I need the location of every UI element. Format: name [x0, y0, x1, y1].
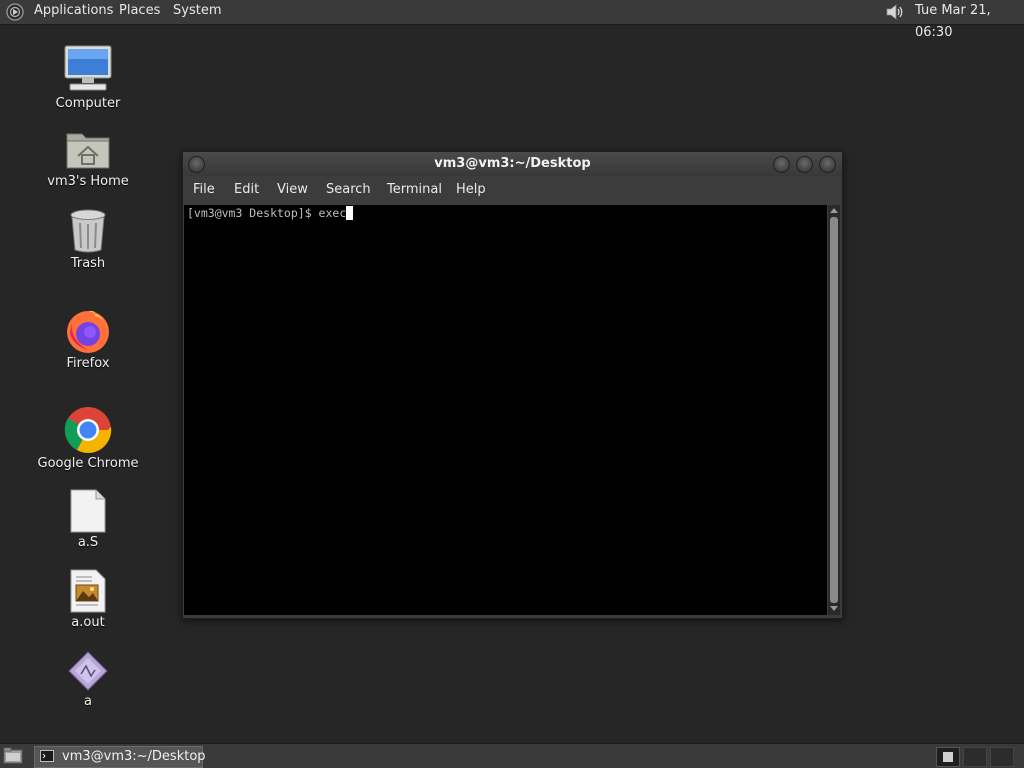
workspace-3[interactable] [990, 747, 1014, 767]
desktop-icon-label: a.out [71, 615, 105, 630]
taskbar-button-label: vm3@vm3:~/Desktop [62, 749, 206, 764]
computer-icon [64, 45, 112, 91]
terminal-window: vm3@vm3:~/Desktop File Edit View Search … [182, 151, 843, 619]
desktop-icon-label: a [84, 694, 92, 709]
scroll-up-arrow-icon[interactable] [830, 208, 838, 213]
prompt-text: [vm3@vm3 Desktop]$ exec [187, 206, 347, 220]
vertical-scrollbar[interactable] [828, 205, 840, 615]
desktop-icon-label: Computer [55, 96, 121, 111]
show-desktop-icon[interactable] [3, 747, 23, 765]
desktop-icon-label: vm3's Home [47, 174, 129, 189]
terminal-menubar: File Edit View Search Terminal Help [183, 176, 842, 204]
minimize-button[interactable] [773, 156, 790, 173]
scrollbar-thumb[interactable] [830, 217, 838, 603]
menu-edit[interactable]: Edit [234, 176, 259, 204]
executable-file-icon [70, 569, 106, 613]
desktop-icon-a-out[interactable]: a.out [28, 569, 148, 630]
desktop-icon-a[interactable]: a [28, 650, 148, 709]
system-menu[interactable]: System [173, 0, 221, 24]
desktop-icon-firefox[interactable]: Firefox [28, 306, 148, 371]
desktop-icon-label: Google Chrome [37, 456, 139, 471]
desktop-screen: Applications Places System Tue Mar 21, 0… [0, 0, 1024, 768]
desktop-icon-a-s[interactable]: a.S [28, 489, 148, 550]
workspace-2[interactable] [963, 747, 987, 767]
applications-menu[interactable]: Applications [34, 0, 113, 24]
prompt-line: [vm3@vm3 Desktop]$ exec [187, 206, 354, 220]
home-folder-icon [66, 133, 110, 169]
desktop-icon-label: a.S [77, 535, 99, 550]
desktop-icon-trash[interactable]: Trash [28, 208, 148, 271]
desktop-icon-chrome[interactable]: Google Chrome [28, 406, 148, 471]
menu-terminal[interactable]: Terminal [387, 176, 442, 204]
applications-logo-icon[interactable] [6, 3, 24, 21]
trash-icon [70, 209, 106, 253]
menu-file[interactable]: File [193, 176, 215, 204]
window-title-bar[interactable]: vm3@vm3:~/Desktop [183, 152, 842, 176]
desktop-icon-computer[interactable]: Computer [28, 44, 148, 111]
text-file-icon [70, 489, 106, 533]
desktop-icon-label: Firefox [66, 356, 110, 371]
taskbar-button-terminal[interactable]: vm3@vm3:~/Desktop [34, 746, 206, 768]
desktop-icon-home[interactable]: vm3's Home [28, 128, 148, 189]
maximize-button[interactable] [796, 156, 813, 173]
menu-view[interactable]: View [277, 176, 308, 204]
menu-help[interactable]: Help [456, 176, 486, 204]
places-menu[interactable]: Places [119, 0, 160, 24]
workspace-1[interactable] [936, 747, 960, 767]
bottom-panel: vm3@vm3:~/Desktop [0, 743, 1024, 768]
chrome-icon [64, 407, 112, 453]
text-cursor [346, 206, 354, 220]
firefox-icon [67, 310, 109, 353]
terminal-icon [40, 750, 54, 762]
clock[interactable]: Tue Mar 21, 06:30 [915, 0, 1024, 40]
terminal-output-area[interactable]: [vm3@vm3 Desktop]$ exec [184, 205, 827, 615]
binary-file-icon [68, 651, 108, 691]
workspace-window-thumbnail [942, 751, 954, 763]
desktop-icon-label: Trash [70, 256, 106, 271]
menu-search[interactable]: Search [326, 176, 371, 204]
close-button[interactable] [819, 156, 836, 173]
top-panel: Applications Places System Tue Mar 21, 0… [0, 0, 1024, 40]
volume-icon[interactable] [883, 1, 905, 23]
window-title: vm3@vm3:~/Desktop [434, 156, 591, 171]
scroll-down-arrow-icon[interactable] [830, 606, 838, 611]
